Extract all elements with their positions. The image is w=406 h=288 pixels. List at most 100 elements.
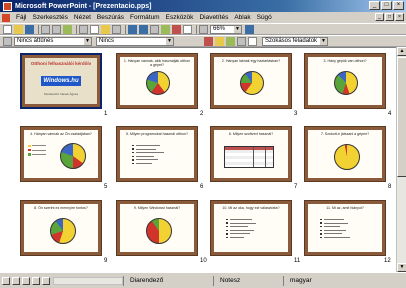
toolbar-separator [125, 24, 126, 34]
scroll-down-icon[interactable]: ▼ [397, 263, 406, 272]
slide-content: 3. Hány gépük van otthon? [308, 57, 382, 105]
slide-title: 3. Hány gépük van otthon? [323, 59, 367, 63]
menu-edit[interactable]: Szerkesztés [29, 14, 70, 21]
common-tasks-menu[interactable]: Szokásos feladatok ▼ [262, 36, 328, 46]
slide-title: 1. Hányan vannak, akik használják otthon… [123, 59, 191, 67]
hyperlink-icon[interactable] [150, 24, 159, 34]
zoom-select[interactable]: 66% ▼ [210, 24, 242, 34]
horizontal-scrollbar[interactable] [53, 276, 123, 285]
slide-content: 9. Milyen Windowst használ? [120, 204, 194, 252]
slide-thumbnail-7[interactable]: 6. Milyen szoftvert használ? [210, 126, 292, 182]
grayscale-icon[interactable] [199, 24, 208, 34]
windows-hu-logo: Windows.hu [41, 76, 81, 86]
minimize-button[interactable]: _ [369, 1, 380, 10]
scroll-up-icon[interactable]: ▲ [397, 47, 406, 56]
slide-title: 10. Mi az oka, hogy ezt választotta? [222, 206, 280, 210]
slide-content: Otthoni felhasználói kérdőív Windows.hu … [25, 58, 97, 104]
rehearse-timings-icon[interactable] [226, 36, 235, 46]
bullet-list [320, 218, 350, 240]
menu-tools[interactable]: Eszközök [163, 14, 197, 21]
doc-restore-button[interactable]: □ [385, 13, 394, 21]
slide-thumbnail-11[interactable]: 10. Mi az oka, hogy ezt választotta? [210, 200, 292, 256]
slide-sorter-view-icon[interactable] [32, 276, 40, 285]
status-view: Diarendező [123, 275, 213, 286]
preview-icon[interactable] [52, 24, 61, 34]
help-icon[interactable] [245, 24, 254, 34]
print-icon[interactable] [41, 24, 50, 34]
hide-slide-icon[interactable] [215, 36, 224, 46]
chevron-down-icon: ▼ [166, 37, 173, 45]
pie-chart [146, 218, 172, 244]
slide-content: 1. Hányan vannak, akik használják otthon… [120, 57, 194, 105]
menu-file[interactable]: Fájl [13, 14, 29, 21]
cut-icon[interactable] [79, 24, 88, 34]
slide-thumbnail-10[interactable]: 9. Milyen Windowst használ? [116, 200, 198, 256]
new-file-icon[interactable] [3, 24, 12, 34]
transition-select[interactable]: Nincs áttűnés ▼ [14, 36, 92, 46]
animation-icon[interactable] [204, 36, 213, 46]
slide-content: 10. Mi az oka, hogy ezt választotta? [214, 204, 288, 252]
slide-thumbnail-3[interactable]: 2. Hányan laknak egy háztartásban? [210, 53, 292, 109]
pie-chart [334, 71, 358, 95]
slide-thumbnail-2[interactable]: 1. Hányan vannak, akik használják otthon… [116, 53, 198, 109]
copy-icon[interactable] [90, 24, 99, 34]
slide-thumbnail-8[interactable]: 7. Szokott-e játszani a gépen? [304, 126, 386, 182]
slide-number: 1 [104, 111, 108, 117]
transition-icon[interactable] [3, 36, 12, 46]
slide-thumbnail-9[interactable]: 8. Ön szerint ez mennyire fontos? [20, 200, 102, 256]
slide-title: 5. Milyen programokat használ otthon? [126, 132, 188, 136]
slide-thumbnail-4[interactable]: 3. Hány gépük van otthon? [304, 53, 386, 109]
doc-close-button[interactable]: × [395, 13, 404, 21]
spellcheck-icon[interactable] [63, 24, 72, 34]
new-slide-icon[interactable] [183, 24, 192, 34]
vertical-scrollbar[interactable]: ▲ ▼ [396, 47, 406, 272]
slide-content: 8. Ön szerint ez mennyire fontos? [24, 204, 98, 252]
scroll-thumb[interactable] [397, 57, 406, 177]
redo-icon[interactable] [139, 24, 148, 34]
close-button[interactable]: × [393, 1, 404, 10]
undo-icon[interactable] [128, 24, 137, 34]
chart-icon[interactable] [172, 24, 181, 34]
summary-slide-icon[interactable] [237, 36, 246, 46]
slide-number: 7 [294, 184, 298, 190]
slide-thumbnail-1[interactable]: Otthoni felhasználói kérdőív Windows.hu … [20, 53, 102, 109]
pie-chart [334, 144, 360, 170]
normal-view-icon[interactable] [2, 276, 10, 285]
chart-legend [28, 144, 46, 157]
menu-bar: Fájl Szerkesztés Nézet Beszúrás Formátum… [0, 12, 406, 23]
effect-value: Nincs [99, 38, 115, 44]
menu-window[interactable]: Ablak [231, 14, 253, 21]
maximize-button[interactable]: □ [381, 1, 392, 10]
slide-title: 11. Mi az, amit hiányol? [326, 206, 364, 210]
paste-icon[interactable] [101, 24, 110, 34]
standard-toolbar: 66% ▼ [0, 23, 406, 35]
open-folder-icon[interactable] [14, 24, 23, 34]
tables-icon[interactable] [161, 24, 170, 34]
window-title: Microsoft PowerPoint - [Prezentacio.pps] [15, 2, 152, 10]
slide-content: 5. Milyen programokat használ otthon? [120, 130, 194, 178]
save-icon[interactable] [25, 24, 34, 34]
data-table [224, 146, 274, 168]
toolbar-separator [196, 24, 197, 34]
slide-thumbnail-6[interactable]: 5. Milyen programokat használ otthon? [116, 126, 198, 182]
doc-minimize-button[interactable]: _ [375, 13, 384, 21]
outline-view-icon[interactable] [12, 276, 20, 285]
menu-view[interactable]: Nézet [71, 14, 94, 21]
document-icon[interactable] [2, 13, 10, 22]
menu-slideshow[interactable]: Diavetítés [196, 14, 231, 21]
format-painter-icon[interactable] [112, 24, 121, 34]
slide-sorter-pane: Otthoni felhasználói kérdőív Windows.hu … [0, 47, 396, 272]
slide-title: Otthoni felhasználói kérdőív [30, 61, 92, 66]
chevron-down-icon: ▼ [320, 37, 327, 45]
slideshow-view-icon[interactable] [42, 276, 50, 285]
menu-insert[interactable]: Beszúrás [94, 14, 127, 21]
slide-content: 4. Hányan vannak az Ön családjában? [24, 130, 98, 178]
speaker-notes-icon[interactable] [248, 36, 257, 46]
menu-help[interactable]: Súgó [254, 14, 275, 21]
effect-select[interactable]: Nincs ▼ [96, 36, 174, 46]
slide-thumbnail-12[interactable]: 11. Mi az, amit hiányol? [304, 200, 386, 256]
slide-thumbnail-5[interactable]: 4. Hányan vannak az Ön családjában? [20, 126, 102, 182]
slide-view-icon[interactable] [22, 276, 30, 285]
pie-chart [146, 71, 170, 95]
menu-format[interactable]: Formátum [127, 14, 163, 21]
